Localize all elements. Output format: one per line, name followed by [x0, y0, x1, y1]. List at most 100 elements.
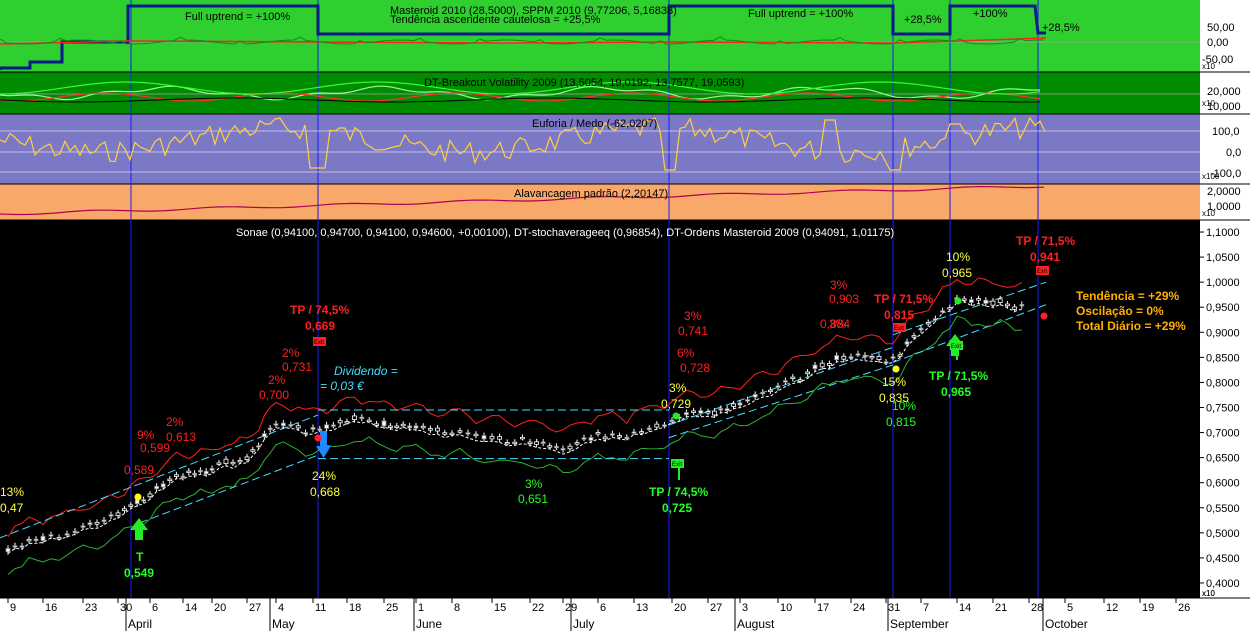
green-annotation: 0,725: [662, 501, 692, 515]
y-tick-label: 1,0000: [1206, 277, 1240, 289]
candle-body: [19, 545, 25, 548]
axis-scale-label: x10: [1202, 62, 1215, 71]
candle-body: [186, 470, 192, 474]
x-tick-label: 12: [1106, 602, 1118, 614]
candle-body: [669, 419, 675, 423]
signal-dot: [1040, 312, 1048, 320]
candle-body: [261, 433, 267, 438]
x-tick-label: 17: [817, 602, 829, 614]
y-tick-label: 0,9000: [1206, 327, 1240, 339]
month-label: August: [737, 617, 775, 631]
red-annotation: TP / 74,5%: [290, 303, 349, 317]
exit-tag-label: Exit: [894, 326, 904, 332]
y-tick-label: 0,5500: [1206, 503, 1240, 515]
y-tick-label: 1,1000: [1206, 227, 1240, 239]
candle-body: [230, 461, 236, 465]
candle-body: [359, 416, 365, 420]
axis-scale-label: x100: [1202, 172, 1220, 181]
candle-body: [848, 356, 854, 359]
candle-body: [108, 514, 114, 517]
x-tick-label: 9: [10, 602, 16, 614]
axis-scale-label: x10: [1202, 209, 1215, 218]
candle-body: [961, 298, 967, 301]
x-tick-label: 26: [1178, 602, 1190, 614]
red-annotation: 0,613: [166, 430, 196, 444]
candle-body: [64, 533, 70, 536]
candle-body: [760, 391, 766, 395]
axis-scale-label: x10: [1202, 99, 1215, 108]
x-tick-label: 7: [923, 602, 929, 614]
candle-body: [752, 394, 758, 398]
green-annotation: 0,549: [124, 566, 154, 580]
candle-body: [602, 436, 608, 440]
candle-body: [862, 354, 868, 358]
candle-body: [617, 435, 622, 438]
signal-dot: [134, 493, 142, 501]
candle-body: [654, 423, 660, 428]
x-tick-label: 14: [185, 602, 197, 614]
green-annotation: 0,651: [518, 492, 548, 506]
candle-body: [705, 411, 711, 414]
red-annotation: 2%: [282, 346, 300, 360]
candle-body: [420, 425, 426, 429]
green-annotation: 0,815: [886, 415, 916, 429]
candle-body: [911, 335, 917, 338]
exit-tag-label: Exit: [672, 462, 682, 468]
breakout-title: DT-Breakout Volatility 2009 (13,5054, 19…: [424, 77, 744, 89]
candle-body: [303, 432, 309, 435]
month-label: June: [416, 617, 442, 631]
candle-body: [768, 389, 773, 393]
candle-body: [442, 432, 448, 435]
candle-body: [324, 424, 330, 429]
green-annotation: TP / 71,5%: [929, 369, 988, 383]
candle-body: [940, 310, 945, 313]
candle-body: [527, 441, 533, 445]
yellow-annotation: 0,729: [661, 397, 691, 411]
candle-body: [588, 437, 594, 441]
candle-body: [394, 425, 400, 428]
candle-body: [295, 425, 301, 429]
y-tick-label: 0,7500: [1206, 402, 1240, 414]
x-tick-label: 18: [349, 602, 361, 614]
x-tick-label: 27: [249, 602, 261, 614]
month-label: October: [1045, 617, 1088, 631]
yellow-annotation: 0,668: [310, 485, 340, 499]
masteroid-label: +100%: [973, 8, 1008, 20]
x-tick-label: 22: [532, 602, 544, 614]
candle-body: [497, 436, 503, 440]
candle-body: [520, 436, 525, 440]
x-tick-label: 8: [454, 602, 460, 614]
x-tick-label: 6: [152, 602, 158, 614]
candle-body: [40, 535, 46, 541]
candle-body: [869, 356, 875, 359]
candle-body: [684, 412, 689, 416]
red-annotation: 3%: [830, 278, 848, 292]
candle-body: [310, 427, 316, 430]
candle-body: [976, 298, 981, 301]
month-label: September: [890, 617, 949, 631]
x-tick-label: 31: [888, 602, 900, 614]
red-annotation: 9%: [137, 428, 155, 442]
exit-tag-label: Exit: [314, 340, 324, 346]
candle-body: [890, 356, 896, 359]
signal-dot: [954, 297, 962, 305]
x-tick-label: 21: [995, 602, 1007, 614]
candle-body: [344, 421, 350, 424]
candle-body: [33, 538, 39, 541]
candle-body: [128, 504, 134, 507]
candle-body: [581, 437, 587, 440]
candle-body: [819, 362, 825, 368]
month-label: April: [128, 617, 152, 631]
masteroid-label: +28,5%: [904, 14, 942, 26]
candle-body: [812, 364, 818, 370]
red-annotation: 0,941: [1030, 250, 1060, 264]
summary-line: Tendência = +29%: [1076, 289, 1179, 303]
red-annotation: 3%: [684, 309, 702, 323]
candle-body: [288, 424, 294, 427]
y-tick-label: 50,00: [1207, 22, 1235, 34]
candle-body: [94, 521, 100, 525]
x-tick-label: 24: [853, 602, 865, 614]
green-annotation: T: [136, 550, 144, 564]
candle-body: [209, 468, 215, 471]
candle-body: [918, 327, 924, 331]
